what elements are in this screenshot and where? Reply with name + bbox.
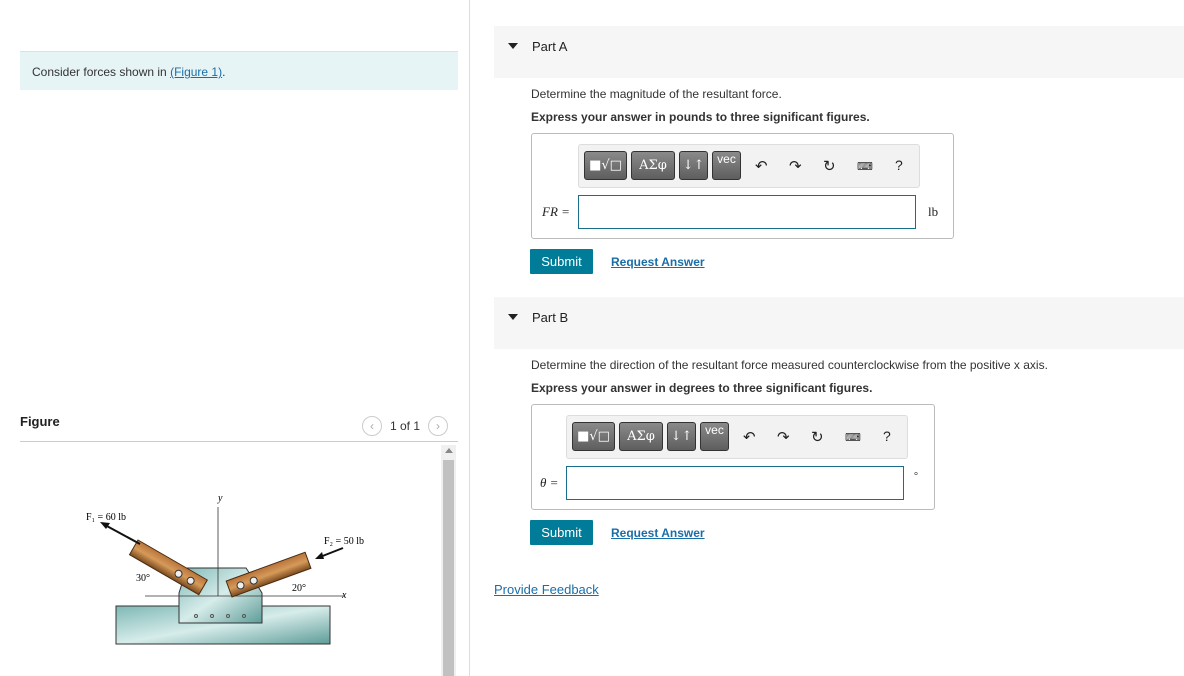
greek-symbols-button[interactable]: ΑΣφ [619,422,663,451]
next-figure-button[interactable]: › [428,416,449,436]
prev-figure-button[interactable]: ‹ [362,416,382,436]
math-toolbar: ■√□ ΑΣφ ↓↑ vec ↶ ↷ ↻ ⌨ ? [578,144,920,188]
problem-intro: Consider forces shown in (Figure 1). [20,51,458,90]
intro-suffix: . [222,65,226,79]
part-b-submit-button[interactable]: Submit [530,520,593,545]
intro-text: Consider forces shown in [32,65,171,79]
panel-divider[interactable] [469,0,470,676]
math-toolbar: ■√□ ΑΣφ ↓↑ vec ↶ ↷ ↻ ⌨ ? [566,415,908,459]
angle-2-label: 20° [292,583,306,594]
subscript-button[interactable]: ↓↑ [679,151,708,180]
reset-icon[interactable]: ↻ [823,157,836,175]
x-axis-label: x [341,590,347,601]
part-a-request-answer[interactable]: Request Answer [611,255,705,269]
keyboard-icon[interactable]: ⌨ [857,160,873,173]
theta-label: θ = [540,475,559,490]
greek-symbols-button[interactable]: ΑΣφ [631,151,675,180]
templates-button[interactable]: ■√□ [572,422,615,451]
part-a-answer-box: ■√□ ΑΣφ ↓↑ vec ↶ ↷ ↻ ⌨ ? FR = lb [531,133,954,239]
part-a-title: Part A [532,39,568,54]
figure-link[interactable]: (Figure 1) [170,65,222,79]
part-b-instruction: Express your answer in degrees to three … [531,381,873,395]
redo-icon[interactable]: ↷ [777,428,790,446]
figure-divider [20,441,458,442]
scrollbar-thumb[interactable] [443,460,454,676]
subscript-button[interactable]: ↓↑ [667,422,696,451]
redo-icon[interactable]: ↷ [789,157,802,175]
reset-icon[interactable]: ↻ [811,428,824,446]
force-1-arrow [104,524,141,545]
part-b-header[interactable]: Part B [494,297,1184,349]
force-figure: F₁ = 60 lb F₂ = 50 lb 30° 20° x y [86,493,364,645]
vector-button[interactable]: vec [712,151,741,180]
f2-label: F₂ = 50 lb [324,536,364,547]
figure-label: Figure [20,414,60,429]
fr-input[interactable] [578,195,916,229]
part-a-header[interactable]: Part A [494,26,1184,78]
undo-icon[interactable]: ↶ [743,428,756,446]
help-button[interactable]: ? [895,157,903,173]
fr-label: FR = [542,204,570,219]
vector-button[interactable]: vec [700,422,729,451]
force-2-arrow [319,547,344,558]
f1-label: F₁ = 60 lb [86,512,126,523]
pager-text: 1 of 1 [390,419,421,433]
part-b-question: Determine the direction of the resultant… [531,358,1048,372]
part-b-answer-box: ■√□ ΑΣφ ↓↑ vec ↶ ↷ ↻ ⌨ ? θ = ° [531,404,935,510]
part-a-submit-button[interactable]: Submit [530,249,593,274]
unit-degrees: ° [914,471,918,482]
unit-lb: lb [928,204,939,219]
part-b-title: Part B [532,310,569,325]
part-b-request-answer[interactable]: Request Answer [611,526,705,540]
angle-1-label: 30° [136,573,150,584]
help-button[interactable]: ? [883,428,891,444]
part-a-instruction: Express your answer in pounds to three s… [531,110,870,124]
y-axis-label: y [217,493,223,504]
templates-button[interactable]: ■√□ [584,151,627,180]
keyboard-icon[interactable]: ⌨ [845,431,861,444]
member-1 [128,539,208,596]
collapse-triangle-icon [508,314,518,320]
scroll-up-icon[interactable] [445,448,453,453]
collapse-triangle-icon [508,43,518,49]
figure-pager: ‹ 1 of 1 › [362,416,449,436]
undo-icon[interactable]: ↶ [755,157,768,175]
theta-input[interactable] [566,466,904,500]
provide-feedback-link[interactable]: Provide Feedback [494,582,599,597]
part-a-question: Determine the magnitude of the resultant… [531,87,782,101]
